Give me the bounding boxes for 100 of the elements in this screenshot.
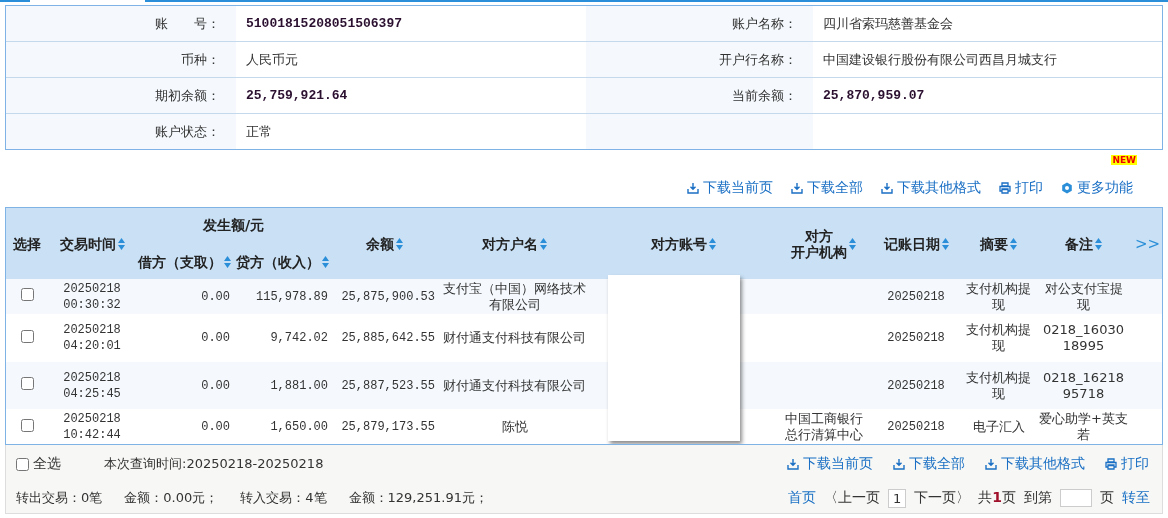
table-cell: 20250218 10:42:44 — [48, 409, 136, 444]
sort-icon[interactable] — [321, 255, 329, 268]
sort-icon[interactable] — [849, 237, 856, 250]
column-header[interactable]: 交易时间 — [59, 235, 116, 252]
field-value: 51001815208051506397 — [236, 6, 586, 42]
download-icon — [985, 458, 997, 470]
table-cell: 9,742.02 — [233, 314, 331, 362]
table-cell: 支付机构提现 — [961, 314, 1036, 362]
column-header[interactable]: 记账日期 — [883, 235, 940, 252]
summary-text: 转出交易：0笔 — [16, 489, 103, 507]
table-cell: 支付宝（中国）网络技术有限公司 — [438, 279, 591, 314]
toolbar-link[interactable]: 下载其他格式 — [985, 455, 1085, 473]
table-cell: 财付通支付科技有限公司 — [438, 314, 591, 362]
field-label: 期初余额： — [6, 77, 236, 114]
table-cell: 支付机构提现 — [961, 279, 1036, 314]
summary-text: 转入交易：4笔 — [240, 489, 327, 507]
toolbar-link[interactable]: 更多功能 — [1061, 179, 1133, 197]
select-all-label[interactable]: 全选 — [33, 455, 61, 473]
download-icon — [791, 182, 803, 194]
column-header[interactable]: 选择 — [13, 235, 41, 252]
field-label: 账 号： — [6, 6, 236, 42]
table-cell: 25,879,173.55 — [331, 409, 438, 444]
sort-icon[interactable] — [709, 237, 716, 250]
sort-icon[interactable] — [1095, 237, 1102, 250]
column-header[interactable]: 开户机构 — [791, 243, 847, 260]
toolbar-link[interactable]: 下载全部 — [893, 455, 965, 473]
go-link[interactable]: 转至 — [1122, 489, 1150, 507]
field-value: 25,759,921.64 — [236, 77, 586, 114]
table-cell: 0218_1603018995 — [1036, 314, 1131, 362]
table-cell: 0.00 — [136, 279, 233, 314]
table-cell: 0.00 — [136, 314, 233, 362]
download-icon — [893, 458, 905, 470]
table-cell: 0.00 — [136, 362, 233, 409]
toolbar-link[interactable]: 下载当前页 — [687, 179, 773, 197]
column-header[interactable]: 贷方（收入） — [235, 253, 320, 270]
column-header[interactable]: 对方账号 — [651, 235, 707, 252]
table-cell: 20250218 00:30:32 — [48, 279, 136, 314]
table-cell: 20250218 — [871, 362, 961, 409]
table-cell: 20250218 — [871, 409, 961, 444]
page-number-field[interactable] — [1060, 489, 1092, 507]
column-header[interactable]: 对方 — [805, 227, 833, 244]
sort-icon[interactable] — [117, 237, 125, 250]
column-header[interactable]: 余额 — [366, 235, 394, 252]
printer-icon — [1105, 458, 1117, 470]
table-cell: 25,875,900.53 — [331, 279, 438, 314]
new-badge: NEW — [1111, 155, 1137, 165]
download-icon — [787, 458, 799, 470]
table-cell: 爱心助学+英支若 — [1036, 409, 1131, 444]
toolbar-link[interactable]: 下载全部 — [791, 179, 863, 197]
toolbar-link[interactable]: 下载当前页 — [787, 455, 873, 473]
sort-icon[interactable] — [224, 255, 231, 268]
table-cell: 1,881.00 — [233, 362, 331, 409]
sort-icon[interactable] — [941, 237, 949, 250]
field-value: 中国建设银行股份有限公司西昌月城支行 — [813, 41, 1162, 78]
first-page-link[interactable]: 首页 — [787, 489, 816, 507]
field-label: 当前余额： — [586, 77, 813, 114]
row-checkbox[interactable] — [20, 377, 34, 390]
field-label: 币种： — [6, 41, 236, 78]
summary-text: 金额：0.00元； — [124, 489, 219, 507]
row-checkbox[interactable] — [20, 418, 34, 432]
toolbar-link[interactable]: 打印 — [999, 179, 1043, 197]
field-value: 25,870,959.07 — [813, 77, 1162, 114]
field-value: 四川省索玛慈善基金会 — [813, 6, 1162, 42]
toolbar-link[interactable]: 下载其他格式 — [881, 179, 981, 197]
query-time-text: 本次查询时间:20250218-20250218 — [104, 455, 324, 473]
column-header[interactable]: 备注 — [1065, 235, 1093, 252]
toolbar-link[interactable]: 打印 — [1105, 455, 1149, 473]
field-value: 人民币元 — [236, 41, 586, 78]
column-header[interactable]: 对方户名 — [482, 235, 538, 252]
field-value: 正常 — [236, 113, 586, 149]
row-checkbox[interactable] — [20, 288, 34, 301]
sort-icon[interactable] — [540, 237, 547, 250]
row-checkbox[interactable] — [20, 329, 34, 343]
table-cell: 中国工商银行总行清算中心 — [776, 409, 871, 444]
table-cell: 25,887,523.55 — [331, 362, 438, 409]
table-cell: 25,885,642.55 — [331, 314, 438, 362]
table-cell: 0.00 — [136, 409, 233, 444]
table-cell: 0218_1621895718 — [1036, 362, 1131, 409]
sort-icon[interactable] — [396, 237, 403, 250]
summary-text: 金额：129,251.91元； — [348, 489, 488, 507]
printer-icon — [999, 182, 1011, 194]
sort-icon[interactable] — [1010, 237, 1017, 250]
previous-page-link[interactable]: 〈上一页 — [823, 489, 880, 507]
table-cell: 20250218 04:20:01 — [48, 314, 136, 362]
table-cell: 115,978.89 — [233, 279, 331, 314]
table-cell: 财付通支付科技有限公司 — [438, 362, 591, 409]
table-cell: 电子汇入 — [961, 409, 1036, 444]
select-all-checkbox[interactable] — [16, 457, 29, 471]
table-cell: 支付机构提现 — [961, 362, 1036, 409]
next-page-link[interactable]: 下一页〉 — [914, 489, 971, 507]
field-label: 账户名称： — [586, 6, 813, 42]
download-icon — [881, 182, 893, 194]
table-cell: 陈悦 — [438, 409, 591, 444]
column-header[interactable]: 借方（支取） — [138, 253, 222, 270]
table-cell: 20250218 — [871, 314, 961, 362]
page-unit-label: 页 — [1100, 489, 1114, 507]
goto-label: 到第 — [1024, 489, 1052, 507]
settings-icon — [1061, 182, 1073, 194]
column-header[interactable]: 摘要 — [980, 235, 1008, 252]
table-cell: 20250218 04:25:45 — [48, 362, 136, 409]
